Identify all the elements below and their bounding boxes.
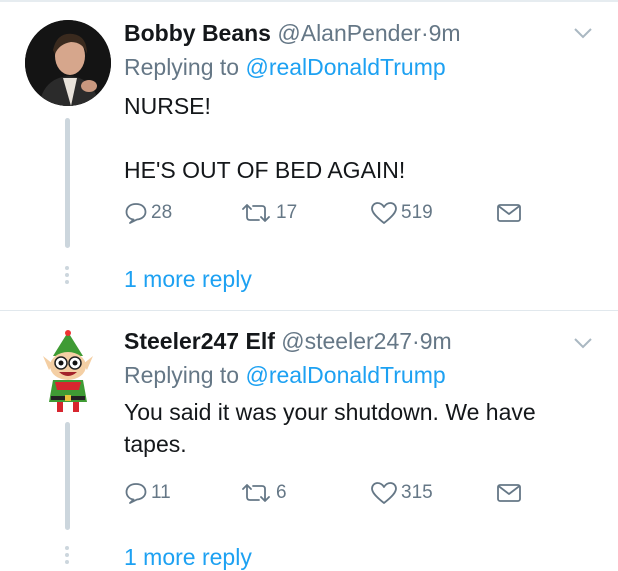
separator-dot: · <box>412 328 420 354</box>
like-count: 315 <box>401 482 433 503</box>
thread-dots <box>64 546 70 567</box>
chevron-down-icon[interactable] <box>572 22 594 44</box>
direct-message-icon <box>497 204 521 222</box>
avatar[interactable] <box>25 20 111 106</box>
reply-count: 11 <box>151 482 171 503</box>
separator-dot: · <box>420 20 429 46</box>
retweet-count: 6 <box>276 482 287 503</box>
retweet-button[interactable]: 17 <box>239 198 297 228</box>
mention-link[interactable]: @realDonaldTrump <box>245 362 445 388</box>
tweet[interactable]: Bobby Beans @AlanPender·9m Replying to @… <box>0 0 618 310</box>
tweet-text-line: HE'S OUT OF BED AGAIN! <box>124 157 406 183</box>
direct-message-icon <box>497 484 521 502</box>
timestamp[interactable]: 9m <box>429 20 461 46</box>
retweet-button[interactable]: 6 <box>239 478 287 508</box>
tweet-text-line: You said it was your shutdown. We have <box>124 399 536 425</box>
handle[interactable]: @steeler247 <box>281 328 412 354</box>
handle[interactable]: @AlanPender <box>277 20 421 46</box>
tweet-text-line: NURSE! <box>124 93 211 119</box>
replying-to: Replying to @realDonaldTrump <box>124 360 446 390</box>
direct-message-button[interactable] <box>496 478 522 508</box>
replying-to: Replying to @realDonaldTrump <box>124 52 446 82</box>
tweet-actions: 28 17 519 <box>124 198 534 228</box>
like-count: 519 <box>401 202 433 223</box>
direct-message-button[interactable] <box>496 198 522 228</box>
like-button[interactable]: 315 <box>370 478 433 508</box>
more-replies-link[interactable]: 1 more reply <box>124 266 252 293</box>
tweet-header: Steeler247 Elf @steeler247·9m <box>124 326 452 356</box>
reply-icon <box>125 203 147 224</box>
retweet-icon <box>242 204 270 222</box>
retweet-icon <box>242 484 270 502</box>
tweet-text: NURSE! HE'S OUT OF BED AGAIN! <box>124 90 604 186</box>
replying-to-label: Replying to <box>124 362 240 388</box>
retweet-count: 17 <box>276 202 298 223</box>
timestamp[interactable]: 9m <box>420 328 452 354</box>
tweet-actions: 11 6 315 <box>124 478 534 508</box>
like-button[interactable]: 519 <box>370 198 433 228</box>
like-icon <box>371 482 397 504</box>
thread-line <box>65 118 70 248</box>
tweet-header: Bobby Beans @AlanPender·9m <box>124 18 461 48</box>
more-replies-link[interactable]: 1 more reply <box>124 544 252 571</box>
thread-line <box>65 422 70 530</box>
like-icon <box>371 202 397 224</box>
reply-count: 28 <box>151 202 173 223</box>
reply-button[interactable]: 11 <box>124 478 171 508</box>
thread-dots <box>64 266 70 287</box>
display-name[interactable]: Steeler247 Elf <box>124 328 275 354</box>
tweet-text-line: tapes. <box>124 431 187 457</box>
reply-icon <box>125 483 147 504</box>
display-name[interactable]: Bobby Beans <box>124 20 271 46</box>
tweet[interactable]: Steeler247 Elf @steeler247·9m Replying t… <box>0 310 618 570</box>
replying-to-label: Replying to <box>124 54 240 80</box>
chevron-down-icon[interactable] <box>572 332 594 354</box>
reply-button[interactable]: 28 <box>124 198 172 228</box>
mention-link[interactable]: @realDonaldTrump <box>245 54 445 80</box>
avatar[interactable] <box>25 330 111 416</box>
tweet-text: You said it was your shutdown. We have t… <box>124 396 604 460</box>
